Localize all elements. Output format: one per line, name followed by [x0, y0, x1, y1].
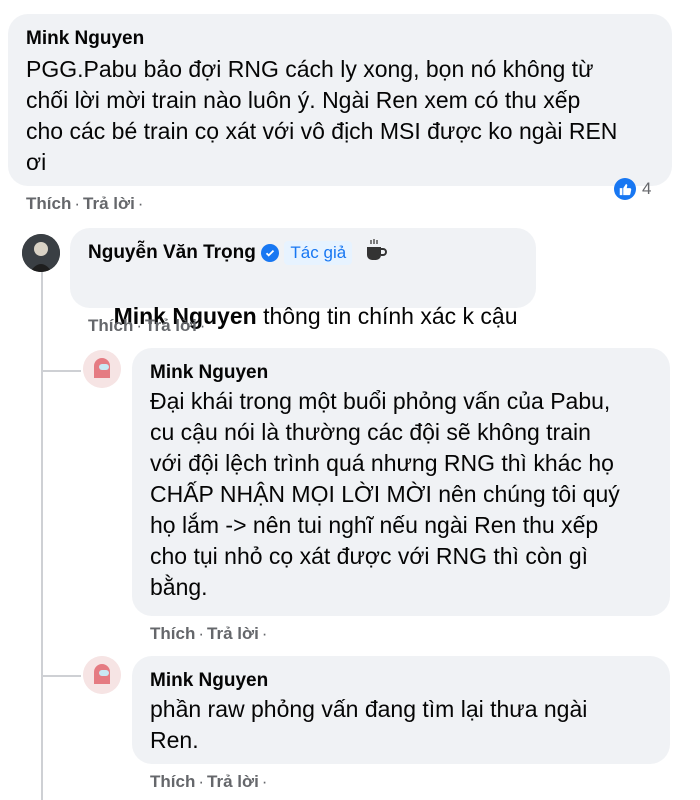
like-icon [614, 178, 636, 200]
avatar-nguyen-van-trong[interactable] [22, 234, 60, 272]
comment-bubble-4: Mink Nguyen phần raw phỏng vấn đang tìm … [132, 656, 670, 764]
reaction-count: 4 [642, 179, 652, 198]
comment-actions-1: Thích · Trả lời · [26, 194, 144, 213]
comment-bubble-3: Mink Nguyen Đại khái trong một buổi phỏn… [132, 348, 670, 616]
like-link[interactable]: Thích [26, 194, 71, 213]
comment-author[interactable]: Mink Nguyen [150, 670, 652, 692]
like-link[interactable]: Thích [88, 316, 133, 335]
author-badge: Tác giả [284, 241, 353, 265]
reply-link[interactable]: Trả lời [207, 772, 259, 791]
comment-text: Đại khái trong một buổi phỏng vấn của Pa… [150, 388, 620, 600]
like-link[interactable]: Thích [150, 772, 195, 791]
comment-author[interactable]: Mink Nguyen [26, 28, 654, 50]
comment-text: phần raw phỏng vấn đang tìm lại thưa ngà… [150, 696, 588, 753]
comment-author[interactable]: Mink Nguyen [150, 362, 652, 384]
comment-text: PGG.Pabu bảo đợi RNG cách ly xong, bọn n… [26, 56, 618, 175]
comment-bubble-2: Nguyễn Văn Trọng Tác giả Mink Nguyen thô… [70, 228, 536, 329]
comment-text: thông tin chính xác k cậu [263, 303, 518, 329]
like-link[interactable]: Thích [150, 624, 195, 643]
reaction-summary[interactable]: 4 [614, 178, 651, 200]
avatar-mink-nguyen[interactable] [83, 350, 121, 388]
thread-line-main [41, 272, 43, 800]
comment-author[interactable]: Nguyễn Văn Trọng [88, 242, 256, 263]
comment-actions-4: Thích · Trả lời · [150, 772, 268, 791]
thread-branch-2 [41, 675, 81, 677]
comment-bubble-1: Mink Nguyen PGG.Pabu bảo đợi RNG cách ly… [8, 14, 672, 186]
reply-link[interactable]: Trả lời [145, 316, 197, 335]
reply-link[interactable]: Trả lời [207, 624, 259, 643]
coffee-cup-icon [363, 238, 389, 268]
comment-actions-3: Thích · Trả lời · [150, 624, 268, 643]
reply-link[interactable]: Trả lời [83, 194, 135, 213]
thread-branch-1 [41, 370, 81, 372]
avatar-mink-nguyen[interactable] [83, 656, 121, 694]
verified-badge-icon [261, 244, 280, 262]
comment-actions-2: Thích · Trả lời · [88, 316, 206, 335]
